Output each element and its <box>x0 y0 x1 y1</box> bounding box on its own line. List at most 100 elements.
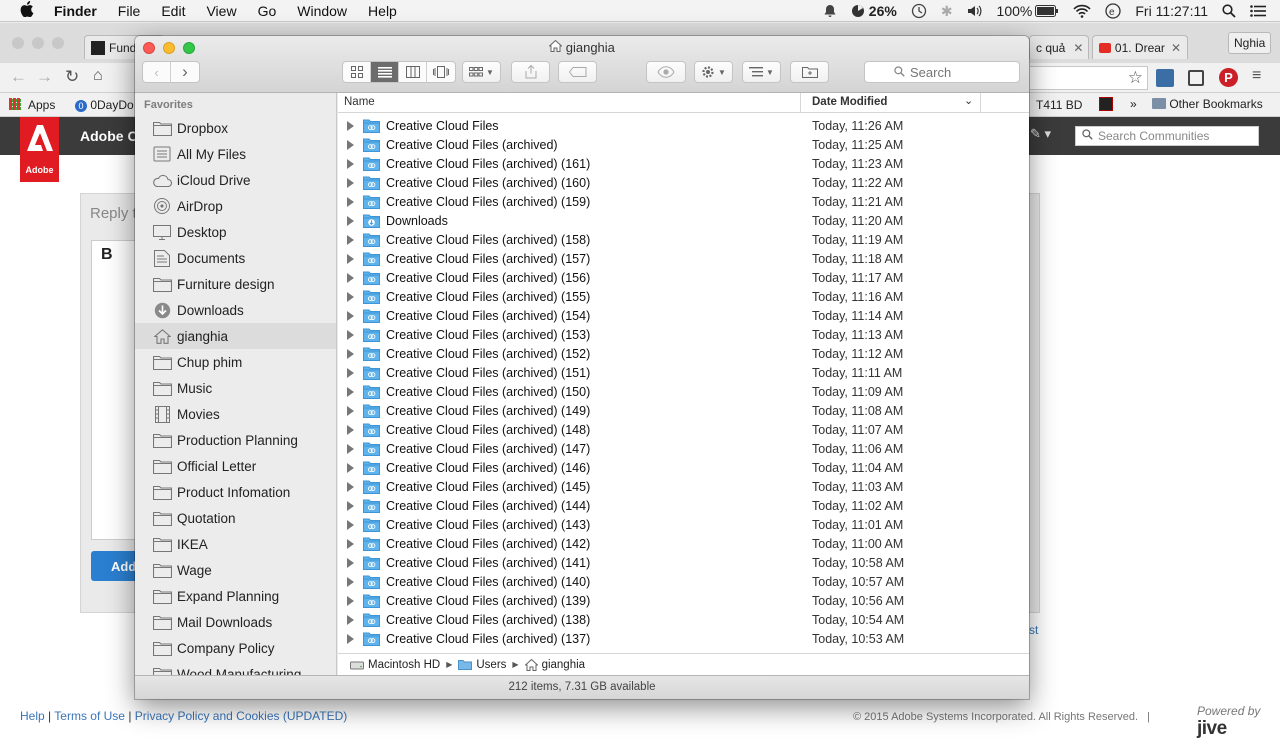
sidebar-item-wage[interactable]: Wage <box>135 557 336 583</box>
disclosure-triangle-icon[interactable] <box>347 159 354 169</box>
adobe-logo[interactable]: Adobe <box>20 117 59 182</box>
link-fragment[interactable]: st <box>1029 623 1038 637</box>
file-row[interactable]: Creative Cloud Files (archived) (137) Tod… <box>338 630 1029 649</box>
menu-app-name[interactable]: Finder <box>54 3 97 19</box>
menu-help[interactable]: Help <box>368 3 397 19</box>
sidebar-item-all-my-files[interactable]: All My Files <box>135 141 336 167</box>
notification-center-icon[interactable] <box>1250 5 1266 17</box>
disclosure-triangle-icon[interactable] <box>347 216 354 226</box>
disclosure-triangle-icon[interactable] <box>347 330 354 340</box>
file-row[interactable]: Creative Cloud Files (archived) (145) Tod… <box>338 478 1029 497</box>
file-row[interactable]: Creative Cloud Files Today, 11:26 AM <box>338 117 1029 136</box>
apps-icon[interactable] <box>9 98 21 110</box>
disclosure-triangle-icon[interactable] <box>347 349 354 359</box>
extension-icon[interactable] <box>1156 69 1174 87</box>
sidebar-item-production-planning[interactable]: Production Planning <box>135 427 336 453</box>
column-divider[interactable] <box>980 93 981 113</box>
sort-button[interactable]: ▼ <box>742 61 781 83</box>
list-view-button[interactable] <box>371 62 399 82</box>
menu-go[interactable]: Go <box>258 3 277 19</box>
finder-search-field[interactable] <box>864 61 1020 83</box>
file-row[interactable]: Creative Cloud Files (archived) (160) Tod… <box>338 174 1029 193</box>
tab-close-icon[interactable]: ✕ <box>1171 41 1181 55</box>
file-row[interactable]: Creative Cloud Files (archived) (147) Tod… <box>338 440 1029 459</box>
disclosure-triangle-icon[interactable] <box>347 634 354 644</box>
sidebar-item-downloads[interactable]: Downloads <box>135 297 336 323</box>
file-row[interactable]: Creative Cloud Files (archived) (144) Tod… <box>338 497 1029 516</box>
path-item-macintosh-hd[interactable]: Macintosh HD <box>350 659 440 671</box>
time-machine-icon[interactable] <box>911 3 927 19</box>
file-row[interactable]: Creative Cloud Files (archived) (159) Tod… <box>338 193 1029 212</box>
file-row[interactable]: Creative Cloud Files (archived) (158) Tod… <box>338 231 1029 250</box>
forward-icon[interactable]: → <box>36 67 53 87</box>
menu-file[interactable]: File <box>118 3 141 19</box>
browser-tab[interactable]: 01. Drear ✕ <box>1092 35 1188 59</box>
battery-indicator[interactable]: 100% <box>997 3 1060 19</box>
disclosure-triangle-icon[interactable] <box>347 387 354 397</box>
finder-search-input[interactable] <box>910 64 990 80</box>
column-divider[interactable] <box>800 93 801 113</box>
file-row[interactable]: Creative Cloud Files (archived) (150) Tod… <box>338 383 1029 402</box>
bookmark-0daydo[interactable]: 0 0DayDo <box>75 98 134 112</box>
icon-view-button[interactable] <box>343 62 371 82</box>
path-item-gianghia[interactable]: gianghia <box>524 658 585 671</box>
sidebar-item-expand-planning[interactable]: Expand Planning <box>135 583 336 609</box>
disclosure-triangle-icon[interactable] <box>347 235 354 245</box>
wifi-icon[interactable] <box>1073 4 1091 18</box>
cast-icon[interactable] <box>1188 70 1204 86</box>
file-row[interactable]: Creative Cloud Files (archived) (152) Tod… <box>338 345 1029 364</box>
column-header-date-modified[interactable]: Date Modified <box>812 96 887 108</box>
home-icon[interactable]: ⌂ <box>93 67 103 85</box>
disclosure-triangle-icon[interactable] <box>347 520 354 530</box>
back-icon[interactable]: ← <box>10 67 27 87</box>
disclosure-triangle-icon[interactable] <box>347 121 354 131</box>
sidebar-item-documents[interactable]: Documents <box>135 245 336 271</box>
disclosure-triangle-icon[interactable] <box>347 368 354 378</box>
disclosure-triangle-icon[interactable] <box>347 501 354 511</box>
file-row[interactable]: Downloads Today, 11:20 AM <box>338 212 1029 231</box>
browser-maximize-dot[interactable] <box>52 37 64 49</box>
file-row[interactable]: Creative Cloud Files (archived) (149) Tod… <box>338 402 1029 421</box>
sidebar-item-dropbox[interactable]: Dropbox <box>135 115 336 141</box>
disclosure-triangle-icon[interactable] <box>347 254 354 264</box>
sidebar-item-movies[interactable]: Movies <box>135 401 336 427</box>
disclosure-triangle-icon[interactable] <box>347 178 354 188</box>
bookmarks-overflow[interactable]: » <box>1130 97 1137 111</box>
disclosure-triangle-icon[interactable] <box>347 596 354 606</box>
file-row[interactable]: Creative Cloud Files (archived) (148) Tod… <box>338 421 1029 440</box>
sidebar-item-official-letter[interactable]: Official Letter <box>135 453 336 479</box>
file-row[interactable]: Creative Cloud Files (archived) (139) Tod… <box>338 592 1029 611</box>
reload-icon[interactable]: ↻ <box>65 67 79 87</box>
sidebar-item-quotation[interactable]: Quotation <box>135 505 336 531</box>
disclosure-triangle-icon[interactable] <box>347 615 354 625</box>
menu-edit[interactable]: Edit <box>161 3 185 19</box>
disclosure-triangle-icon[interactable] <box>347 482 354 492</box>
cpu-monitor[interactable]: 26% <box>851 3 897 19</box>
new-folder-button[interactable] <box>790 61 829 83</box>
volume-icon[interactable] <box>967 4 983 18</box>
bluetooth-icon[interactable]: ✱ <box>941 3 953 20</box>
sidebar-item-wood-manufacturing[interactable]: Wood Manufacturing <box>135 661 336 675</box>
disclosure-triangle-icon[interactable] <box>347 425 354 435</box>
sidebar-item-product-infomation[interactable]: Product Infomation <box>135 479 336 505</box>
sidebar-item-airdrop[interactable]: AirDrop <box>135 193 336 219</box>
file-row[interactable]: Creative Cloud Files (archived) (153) Tod… <box>338 326 1029 345</box>
other-bookmarks[interactable]: Other Bookmarks <box>1152 97 1263 111</box>
sidebar-item-icloud-drive[interactable]: iCloud Drive <box>135 167 336 193</box>
sidebar-item-mail-downloads[interactable]: Mail Downloads <box>135 609 336 635</box>
disclosure-triangle-icon[interactable] <box>347 444 354 454</box>
file-row[interactable]: Creative Cloud Files (archived) (161) Tod… <box>338 155 1029 174</box>
disclosure-triangle-icon[interactable] <box>347 463 354 473</box>
file-row[interactable]: Creative Cloud Files (archived) (141) Tod… <box>338 554 1029 573</box>
action-menu-button[interactable]: ▼ <box>694 61 733 83</box>
file-row[interactable]: Creative Cloud Files (archived) (156) Tod… <box>338 269 1029 288</box>
notification-bell-icon[interactable] <box>823 4 837 18</box>
file-row[interactable]: Creative Cloud Files (archived) (154) Tod… <box>338 307 1029 326</box>
file-row[interactable]: Creative Cloud Files (archived) Today, 11… <box>338 136 1029 155</box>
pinterest-icon[interactable]: P <box>1219 68 1238 87</box>
tags-button[interactable] <box>558 61 597 83</box>
file-row[interactable]: Creative Cloud Files (archived) (140) Tod… <box>338 573 1029 592</box>
menu-view[interactable]: View <box>206 3 236 19</box>
quick-look-button[interactable] <box>646 61 686 83</box>
vietnamese-input-icon[interactable]: e <box>1105 3 1122 19</box>
